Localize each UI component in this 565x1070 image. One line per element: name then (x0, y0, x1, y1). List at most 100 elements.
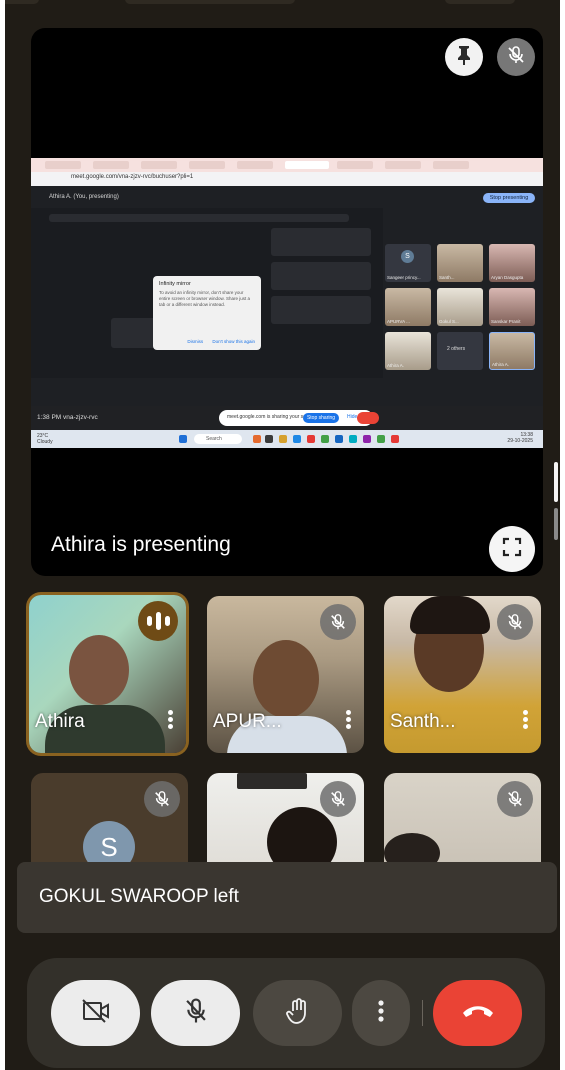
address-bar: meet.google.com/vna-zjzv-rvc/buchuser?pl… (31, 172, 543, 186)
meet-app: meet.google.com/vna-zjzv-rvc/buchuser?pl… (5, 0, 560, 1070)
browser-tab (337, 161, 373, 169)
fullscreen-icon (502, 537, 522, 562)
dialog-body: To avoid an infinity mirror, don't share… (159, 290, 251, 307)
mini-end-call (357, 412, 379, 424)
ghost-bar (49, 214, 349, 222)
more-options-button[interactable] (352, 980, 410, 1046)
participant-tile-athira[interactable]: Athira (29, 595, 186, 753)
meet-control-bar: 1:38 PM vna-zjzv-rvc meet.google.com is … (31, 406, 543, 430)
mini-tile-label: APURVA ... (387, 319, 410, 324)
mic-off-icon (320, 781, 356, 817)
taskbar-app-icon (265, 435, 273, 443)
presentation-tile[interactable]: meet.google.com/vna-zjzv-rvc/buchuser?pl… (31, 28, 543, 576)
dialog-dont-show: Don't show this again (212, 339, 255, 344)
mini-tile: Athira A. (385, 332, 431, 370)
mini-tile-label: Athira A. (492, 362, 510, 367)
share-notice-pill: meet.google.com is sharing your screen. … (219, 410, 373, 426)
mini-tile-self: Athira A. (489, 332, 535, 370)
pin-icon (455, 45, 473, 70)
participant-video (410, 596, 490, 634)
taskbar-clock: 13:38 29-10-2025 (507, 432, 533, 444)
participant-name: Athira (35, 711, 85, 732)
ghost-block (271, 296, 371, 324)
mini-tile: APURVA ... (385, 288, 431, 326)
taskbar-search: Search (194, 434, 242, 444)
call-controls (27, 958, 545, 1068)
status-pill-center (125, 0, 295, 4)
pin-button[interactable] (445, 38, 483, 76)
camera-toggle-button[interactable] (51, 980, 140, 1046)
shared-screen: meet.google.com/vna-zjzv-rvc/buchuser?pl… (31, 158, 543, 448)
mini-tile: S Sangeer princy... (385, 244, 431, 282)
taskbar-app-icon (253, 435, 261, 443)
more-vert-icon (378, 999, 384, 1028)
participant-tile-apur[interactable]: APUR... (207, 596, 364, 753)
browser-tab (433, 161, 469, 169)
fullscreen-button[interactable] (489, 526, 535, 572)
dialog-buttons: Dismiss Don't show this again (179, 339, 255, 344)
mini-tile: Sanskar Pranit (489, 288, 535, 326)
status-pill-left (5, 0, 39, 4)
mic-toggle-button[interactable] (151, 980, 240, 1046)
mini-tile: Aryan Dasgupta (489, 244, 535, 282)
mic-off-icon (497, 781, 533, 817)
windows-taskbar: 23°C Cloudy Search 13:38 29-10-2025 (31, 430, 543, 448)
meet-time: 1:38 PM vna-zjzv-rvc (37, 414, 98, 421)
participant-name: Santh... (390, 711, 456, 732)
more-vert-icon[interactable] (523, 708, 529, 731)
browser-tab-active (285, 161, 329, 169)
taskbar-app-icon (391, 435, 399, 443)
browser-tab (45, 161, 81, 169)
mini-tile: Gokul S... (437, 288, 483, 326)
audio-level-icon (138, 601, 178, 641)
browser-tab (385, 161, 421, 169)
participant-tile-santh[interactable]: Santh... (384, 596, 541, 753)
presenter-muted-indicator (497, 38, 535, 76)
browser-tab (141, 161, 177, 169)
status-pill-right (445, 0, 515, 4)
address-url: meet.google.com/vna-zjzv-rvc/buchuser?pl… (71, 174, 194, 180)
more-vert-icon[interactable] (168, 708, 174, 731)
taskbar-app-icon (349, 435, 357, 443)
mini-tile-label: Santh... (439, 275, 455, 280)
meet-presenting-bar: Athira A. (You, presenting) Stop present… (31, 193, 543, 205)
share-hide-chip: Hide (347, 414, 358, 420)
mini-avatar: S (401, 250, 414, 263)
scroll-indicator[interactable] (554, 462, 558, 502)
mini-tile-label: 2 others (447, 346, 466, 352)
mic-off-icon (506, 45, 526, 70)
raise-hand-button[interactable] (253, 980, 342, 1046)
end-call-icon (461, 1003, 495, 1024)
mic-off-icon (183, 997, 209, 1030)
weather-sub: Cloudy (37, 439, 53, 445)
hand-icon (285, 997, 311, 1030)
infinity-mirror-dialog: Infinity mirror To avoid an infinity mir… (153, 276, 261, 350)
taskbar-app-icon (363, 435, 371, 443)
browser-tab (237, 161, 273, 169)
participant-video (253, 640, 319, 718)
dialog-title: Infinity mirror (159, 281, 191, 287)
share-stop-chip: Stop sharing (303, 413, 339, 423)
end-call-button[interactable] (433, 980, 522, 1046)
ghost-block (271, 228, 371, 256)
mic-off-icon (144, 781, 180, 817)
browser-tab (189, 161, 225, 169)
taskbar-weather: 23°C Cloudy (37, 433, 53, 445)
dialog-dismiss: Dismiss (187, 339, 204, 344)
meet-time-value: 1:38 PM (37, 414, 62, 421)
presenting-label: Athira is presenting (51, 533, 231, 556)
participant-name: APUR... (213, 711, 282, 732)
mini-tile-label: Sanskar Pranit (491, 319, 521, 324)
scroll-track (554, 508, 558, 540)
mic-off-icon (497, 604, 533, 640)
mini-tile: 2 others (437, 332, 483, 370)
taskbar-app-icon (307, 435, 315, 443)
divider (422, 1000, 423, 1026)
taskbar-app-icon (321, 435, 329, 443)
meet-presenting-title: Athira A. (You, presenting) (49, 194, 119, 200)
mini-tile-label: Aryan Dasgupta (491, 275, 524, 280)
mini-tile: Santh... (437, 244, 483, 282)
browser-tab-bar (31, 158, 543, 172)
more-vert-icon[interactable] (346, 708, 352, 731)
left-toast: GOKUL SWAROOP left (17, 862, 557, 933)
